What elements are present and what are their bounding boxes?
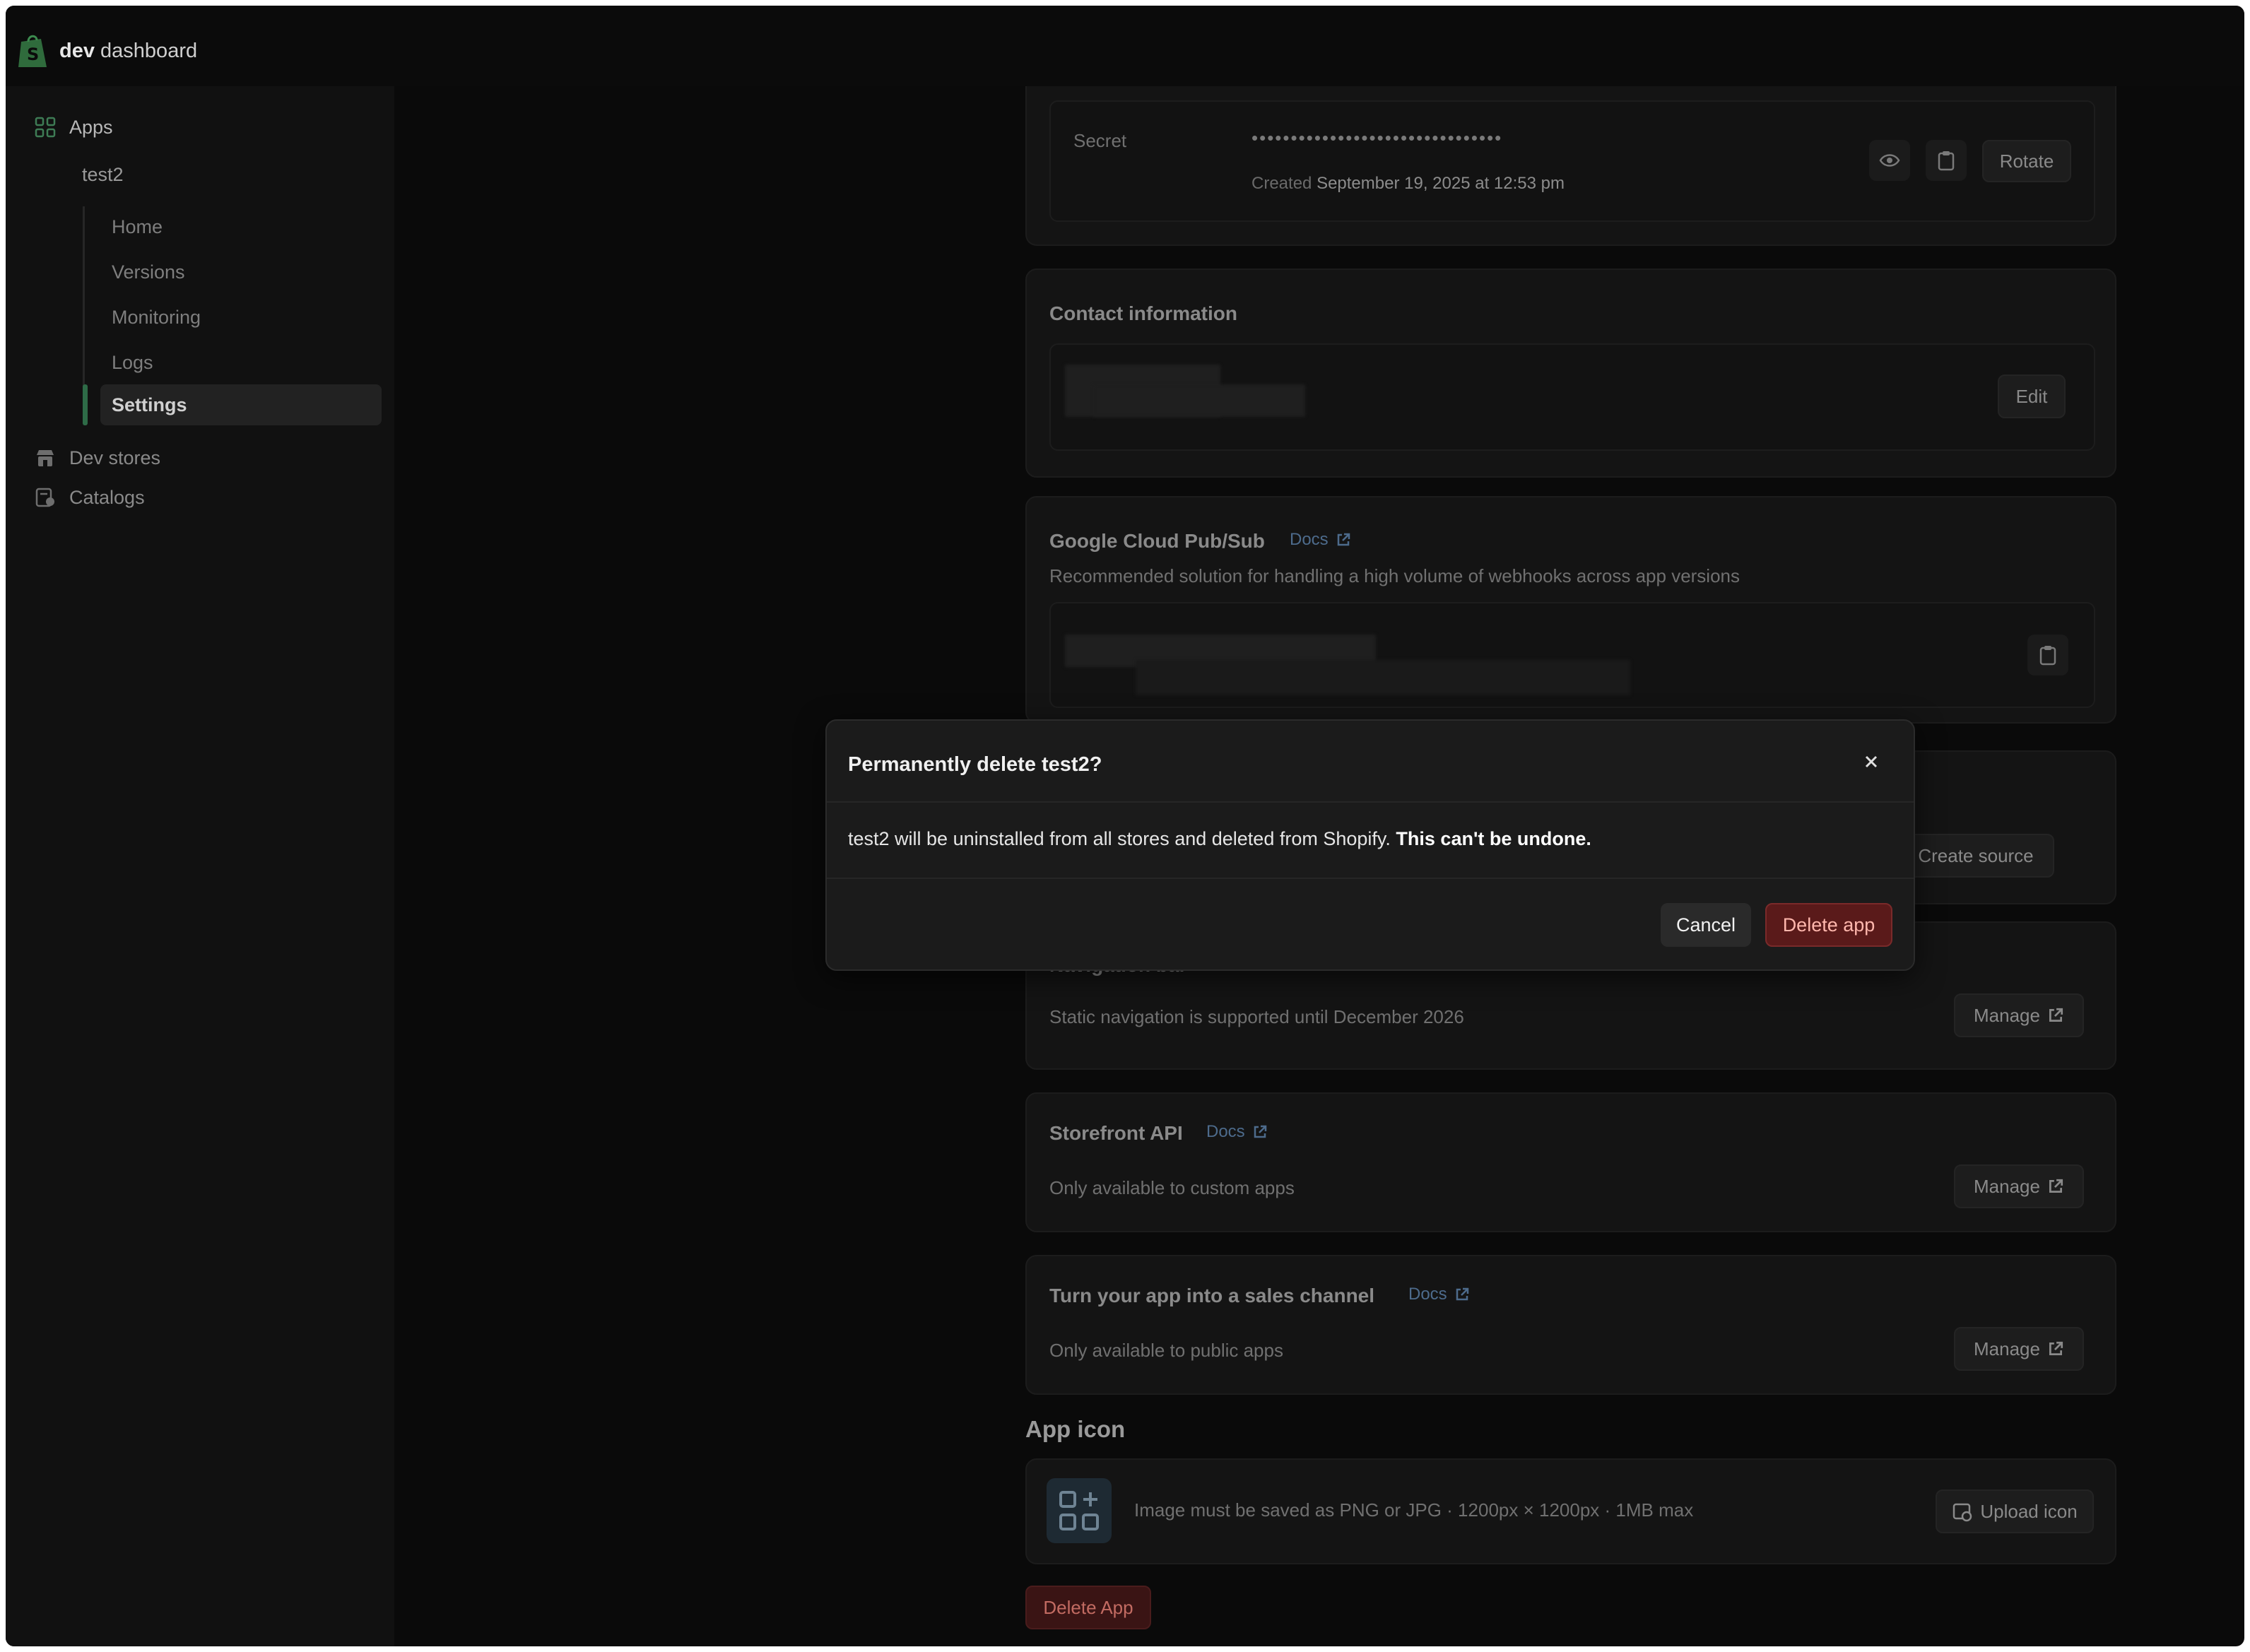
brand[interactable]: S dev dashboard xyxy=(16,31,197,71)
sidebar: Apps test2 Home Versions Monitoring Logs… xyxy=(6,86,394,1646)
copy-pubsub-button[interactable] xyxy=(2027,635,2068,675)
modal-close-button[interactable] xyxy=(1857,748,1885,776)
sidebar-item-app-test2[interactable]: test2 xyxy=(82,164,124,186)
create-source-button[interactable]: Create source xyxy=(1897,834,2054,878)
sidebar-item-label: Apps xyxy=(69,116,113,138)
external-link-icon xyxy=(2049,1008,2063,1022)
sidebar-item-monitoring[interactable]: Monitoring xyxy=(112,307,201,329)
external-link-icon xyxy=(2049,1341,2063,1355)
delete-confirmation-modal: Permanently delete test2? test2 will be … xyxy=(825,719,1915,971)
brand-text: dev dashboard xyxy=(59,39,198,62)
redacted-pubsub xyxy=(1136,660,1630,695)
top-bar: S dev dashboard xyxy=(6,6,2244,86)
sidebar-item-versions[interactable]: Versions xyxy=(112,261,185,283)
modal-body: test2 will be uninstalled from all store… xyxy=(827,803,1914,879)
secret-label: Secret xyxy=(1073,130,1127,151)
sidebar-item-label: Catalogs xyxy=(69,486,145,508)
svg-text:S: S xyxy=(27,45,39,64)
external-link-icon xyxy=(1337,533,1350,546)
app-icon-placeholder xyxy=(1047,1478,1112,1543)
app-icon-heading: App icon xyxy=(1025,1416,1126,1442)
sidebar-item-label: Dev stores xyxy=(69,447,161,468)
manage-navbar-button[interactable]: Manage xyxy=(1954,993,2084,1037)
sales-channel-docs-link[interactable]: Docs xyxy=(1408,1285,1470,1304)
pubsub-row xyxy=(1049,602,2095,708)
delete-app-button[interactable]: Delete app xyxy=(1765,903,1892,947)
cancel-button[interactable]: Cancel xyxy=(1661,903,1751,947)
manage-sales-channel-button[interactable]: Manage xyxy=(1954,1327,2084,1371)
reveal-secret-button[interactable] xyxy=(1869,140,1910,181)
sidebar-item-settings[interactable]: Settings xyxy=(100,384,382,425)
storefront-api-card: Storefront API Docs Only available to cu… xyxy=(1025,1092,2116,1232)
redacted-contact xyxy=(1093,384,1305,417)
app-icon-placeholder-icon xyxy=(1059,1491,1099,1530)
copy-secret-button[interactable] xyxy=(1926,140,1967,181)
external-link-icon xyxy=(1456,1287,1468,1301)
catalog-icon xyxy=(35,488,54,507)
edit-contact-button[interactable]: Edit xyxy=(1998,374,2066,418)
external-link-icon xyxy=(2049,1179,2063,1193)
storefront-subtitle: Only available to custom apps xyxy=(1049,1177,1295,1198)
modal-message: test2 will be uninstalled from all store… xyxy=(848,828,1591,849)
contact-card: Contact information Edit xyxy=(1025,269,2116,478)
app-icon-hint: Image must be saved as PNG or JPG · 1200… xyxy=(1134,1499,1694,1521)
storefront-docs-link[interactable]: Docs xyxy=(1206,1122,1268,1142)
close-icon xyxy=(1865,755,1878,768)
modal-header: Permanently delete test2? xyxy=(827,721,1914,803)
store-icon xyxy=(37,450,54,466)
contact-title: Contact information xyxy=(1049,302,1237,324)
active-indicator xyxy=(83,384,88,425)
clipboard-icon xyxy=(2039,646,2056,666)
credentials-card: Secret •••••••••••••••••••••••••••••••• … xyxy=(1025,86,2116,246)
secret-row: Secret •••••••••••••••••••••••••••••••• … xyxy=(1049,100,2095,222)
pubsub-docs-link[interactable]: Docs xyxy=(1290,530,1351,550)
pubsub-title: Google Cloud Pub/Sub xyxy=(1049,530,1265,552)
app-icon-card: Image must be saved as PNG or JPG · 1200… xyxy=(1025,1458,2116,1564)
sidebar-item-apps[interactable]: Apps xyxy=(34,116,113,138)
sales-channel-subtitle: Only available to public apps xyxy=(1049,1340,1283,1361)
sidebar-item-logs[interactable]: Logs xyxy=(112,352,153,374)
rotate-button[interactable]: Rotate xyxy=(1982,140,2071,182)
sidebar-item-home[interactable]: Home xyxy=(112,216,163,238)
pubsub-subtitle: Recommended solution for handling a high… xyxy=(1049,565,1740,586)
storefront-title: Storefront API xyxy=(1049,1122,1183,1144)
sidebar-item-catalogs[interactable]: Catalogs xyxy=(34,486,145,509)
pubsub-card: Google Cloud Pub/Sub Docs Recommended so… xyxy=(1025,496,2116,724)
app-window: S dev dashboard Apps test2 Home Versions… xyxy=(6,6,2244,1646)
clipboard-icon xyxy=(1938,151,1955,171)
apps-grid-icon xyxy=(35,117,56,138)
contact-row: Edit xyxy=(1049,343,2095,451)
manage-storefront-button[interactable]: Manage xyxy=(1954,1164,2084,1208)
upload-icon-button[interactable]: Upload icon xyxy=(1936,1489,2094,1533)
sidebar-item-dev-stores[interactable]: Dev stores xyxy=(34,447,160,469)
external-link-icon xyxy=(1254,1125,1266,1138)
shopify-bag-icon: S xyxy=(18,35,47,67)
sales-channel-card: Turn your app into a sales channel Docs … xyxy=(1025,1255,2116,1395)
eye-icon xyxy=(1879,154,1900,167)
secret-masked-value: •••••••••••••••••••••••••••••••• xyxy=(1251,127,1503,148)
navbar-subtitle: Static navigation is supported until Dec… xyxy=(1049,1006,1464,1027)
image-upload-icon xyxy=(1953,1503,1972,1522)
modal-title: Permanently delete test2? xyxy=(848,753,1102,776)
secret-created: Created September 19, 2025 at 12:53 pm xyxy=(1251,174,1565,193)
sales-channel-title: Turn your app into a sales channel xyxy=(1049,1285,1375,1306)
delete-app-bottom-button[interactable]: Delete App xyxy=(1025,1586,1151,1629)
